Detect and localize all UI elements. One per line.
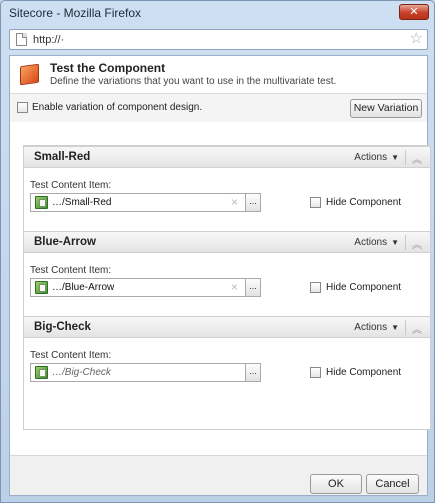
title-bar: Sitecore - Mozilla Firefox ✕ bbox=[1, 1, 434, 25]
collapse-icon[interactable]: ︽ bbox=[412, 151, 422, 166]
address-bar[interactable]: http://· ☆ bbox=[9, 29, 428, 50]
clear-icon[interactable]: × bbox=[231, 280, 238, 294]
dialog-content: Test the Component Define the variations… bbox=[9, 55, 431, 496]
ok-button[interactable]: OK bbox=[310, 474, 362, 494]
new-variation-button[interactable]: New Variation bbox=[350, 99, 422, 118]
variation-header: Big-Check Actions ▼ ︽ bbox=[24, 316, 430, 338]
dropdown-caret-icon: ▼ bbox=[391, 238, 399, 247]
actions-dropdown[interactable]: Actions ▼ bbox=[354, 152, 399, 163]
close-window-button[interactable]: ✕ bbox=[399, 4, 429, 20]
hide-component-checkbox[interactable] bbox=[310, 197, 321, 208]
test-content-item-field[interactable]: …/Small-Red × bbox=[30, 193, 246, 212]
divider bbox=[405, 235, 406, 250]
content-item-icon bbox=[35, 366, 48, 379]
test-content-item-label: Test Content Item: bbox=[30, 180, 112, 191]
test-content-item-value: …/Blue-Arrow bbox=[52, 282, 115, 293]
actions-dropdown[interactable]: Actions ▼ bbox=[354, 322, 399, 333]
variation-item: Blue-Arrow Actions ▼ ︽ Test Content Item:… bbox=[24, 231, 430, 316]
variation-header: Small-Red Actions ▼ ︽ bbox=[24, 146, 430, 168]
actions-dropdown[interactable]: Actions ▼ bbox=[354, 237, 399, 248]
collapse-icon[interactable]: ︽ bbox=[412, 236, 422, 251]
test-content-item-field[interactable]: …/Blue-Arrow × bbox=[30, 278, 246, 297]
hide-component-option[interactable]: Hide Component bbox=[310, 197, 401, 208]
bookmark-star-icon[interactable]: ☆ bbox=[410, 31, 423, 47]
divider bbox=[405, 150, 406, 165]
dialog-footer: OK Cancel bbox=[10, 455, 427, 495]
dropdown-caret-icon: ▼ bbox=[391, 323, 399, 332]
clear-icon[interactable]: × bbox=[231, 195, 238, 209]
hide-component-option[interactable]: Hide Component bbox=[310, 367, 401, 378]
content-item-icon bbox=[35, 281, 48, 294]
dialog-subtitle: Define the variations that you want to u… bbox=[50, 76, 337, 87]
dropdown-caret-icon: ▼ bbox=[391, 153, 399, 162]
hide-component-label: Hide Component bbox=[326, 282, 402, 293]
cancel-button[interactable]: Cancel bbox=[366, 474, 419, 494]
variation-name: Blue-Arrow bbox=[34, 236, 96, 248]
hide-component-checkbox[interactable] bbox=[310, 282, 321, 293]
enable-variation-checkbox[interactable] bbox=[17, 102, 28, 113]
enable-variation-option[interactable]: Enable variation of component design. bbox=[17, 102, 202, 113]
test-content-item-label: Test Content Item: bbox=[30, 350, 112, 361]
hide-component-checkbox[interactable] bbox=[310, 367, 321, 378]
content-item-icon bbox=[35, 196, 48, 209]
test-content-item-value: …/Big-Check bbox=[52, 367, 111, 378]
variation-name: Small-Red bbox=[34, 151, 91, 163]
variation-name: Big-Check bbox=[34, 321, 91, 333]
test-content-item-field[interactable]: …/Big-Check bbox=[30, 363, 246, 382]
test-content-item-label: Test Content Item: bbox=[30, 265, 112, 276]
hide-component-option[interactable]: Hide Component bbox=[310, 282, 401, 293]
variation-item: Small-Red Actions ▼ ︽ Test Content Item: … bbox=[24, 146, 430, 231]
browse-button[interactable]: ... bbox=[245, 278, 261, 297]
page-icon bbox=[16, 33, 27, 46]
browse-button[interactable]: ... bbox=[245, 193, 261, 212]
variation-list: Small-Red Actions ▼ ︽ Test Content Item: … bbox=[23, 145, 431, 430]
divider bbox=[405, 320, 406, 335]
variation-header: Blue-Arrow Actions ▼ ︽ bbox=[24, 231, 430, 253]
browser-window: Sitecore - Mozilla Firefox ✕ http://· ☆ … bbox=[0, 0, 435, 503]
hide-component-label: Hide Component bbox=[326, 197, 402, 208]
actions-label: Actions bbox=[354, 322, 388, 333]
enable-variation-label: Enable variation of component design. bbox=[32, 102, 203, 113]
browse-button[interactable]: ... bbox=[245, 363, 261, 382]
dialog-toolbar: Enable variation of component design. Ne… bbox=[10, 94, 427, 122]
window-title: Sitecore - Mozilla Firefox bbox=[9, 6, 142, 20]
url-text[interactable]: http://· bbox=[33, 34, 64, 46]
variation-item: Big-Check Actions ▼ ︽ Test Content Item: … bbox=[24, 316, 430, 401]
test-content-item-value: …/Small-Red bbox=[52, 197, 112, 208]
collapse-icon[interactable]: ︽ bbox=[412, 321, 422, 336]
actions-label: Actions bbox=[354, 152, 388, 163]
dialog-header: Test the Component Define the variations… bbox=[10, 56, 427, 94]
component-icon bbox=[20, 63, 39, 86]
dialog-title: Test the Component bbox=[50, 61, 166, 75]
hide-component-label: Hide Component bbox=[326, 367, 402, 378]
actions-label: Actions bbox=[354, 237, 388, 248]
